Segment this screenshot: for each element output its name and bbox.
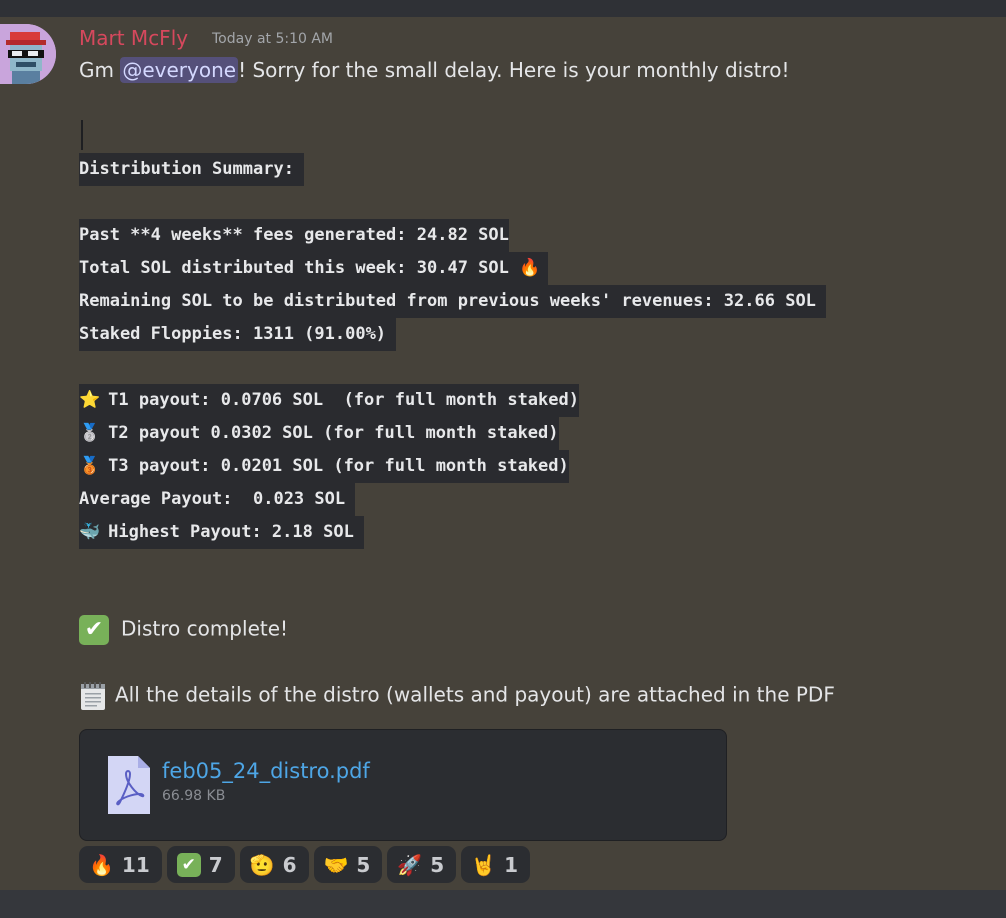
reaction-count: 11 (121, 852, 150, 877)
reaction-count: 7 (208, 852, 223, 877)
everyone-mention[interactable]: @everyone (120, 57, 239, 83)
reactions-bar: 🔥 11 ✔ 7 🫡 6 🤝 5 🚀 5 🤘 1 (79, 846, 530, 883)
distributed-text: Total SOL distributed this week: 30.47 S… (79, 258, 520, 278)
t3-text: T3 payout: 0.0201 SOL (for full month st… (108, 456, 569, 476)
bronze-medal-icon: 🥉 (79, 456, 101, 476)
reaction-count: 5 (430, 852, 445, 877)
reaction-check[interactable]: ✔ 7 (166, 846, 235, 883)
details-text: All the details of the distro (wallets a… (115, 682, 835, 707)
summary-heading: Distribution Summary: (79, 153, 305, 186)
reaction-fire[interactable]: 🔥 11 (79, 846, 162, 883)
check-mark-icon: ✔ (176, 852, 201, 877)
message-author[interactable]: Mart McFly (79, 26, 188, 50)
reaction-salute[interactable]: 🫡 6 (239, 846, 309, 883)
fire-icon: 🔥 (519, 258, 541, 278)
fire-icon: 🔥 (89, 852, 114, 877)
reaction-rock-on[interactable]: 🤘 1 (461, 846, 530, 883)
highest-text: Highest Payout: 2.18 SOL (108, 522, 365, 542)
handshake-icon: 🤝 (323, 852, 349, 877)
distributed-line: Total SOL distributed this week: 30.47 S… (79, 252, 549, 285)
reaction-rocket[interactable]: 🚀 5 (387, 846, 457, 883)
distro-complete-text: Distro complete! (121, 616, 289, 641)
pixel-avatar-icon (0, 24, 56, 84)
fees-line: Past **4 weeks** fees generated: 24.82 S… (79, 219, 509, 252)
silver-medal-icon: 🥈 (79, 423, 101, 443)
greeting-suffix: ! Sorry for the small delay. Here is you… (238, 58, 790, 82)
reaction-count: 1 (504, 852, 518, 877)
text-cursor (81, 120, 83, 150)
avatar[interactable] (0, 24, 56, 84)
salute-face-icon: 🫡 (249, 852, 275, 877)
pdf-file-icon (108, 756, 150, 814)
bottom-bar (0, 890, 1006, 918)
average-line: Average Payout: 0.023 SOL (79, 483, 356, 516)
top-bar (0, 0, 1006, 17)
t2-text: T2 payout 0.0302 SOL (for full month sta… (108, 423, 559, 443)
rock-on-hand-icon: 🤘 (471, 852, 497, 877)
distro-complete-line: ✔ Distro complete! (79, 615, 288, 645)
attachment-file-name[interactable]: feb05_24_distro.pdf (162, 759, 370, 783)
t1-text: T1 payout: 0.0706 SOL (for full month st… (108, 390, 579, 410)
whale-icon: 🐳 (79, 522, 101, 542)
details-line: All the details of the distro (wallets a… (79, 681, 835, 711)
rocket-icon: 🚀 (397, 852, 423, 877)
staked-line: Staked Floppies: 1311 (91.00%) (79, 318, 397, 351)
t2-line: 🥈 T2 payout 0.0302 SOL (for full month st… (79, 417, 559, 450)
highest-line: 🐳 Highest Payout: 2.18 SOL (79, 516, 365, 549)
message-timestamp: Today at 5:10 AM (212, 31, 334, 47)
reaction-count: 6 (282, 852, 297, 877)
t3-line: 🥉 T3 payout: 0.0201 SOL (for full month s… (79, 450, 569, 483)
greeting-prefix: Gm (79, 58, 121, 82)
reaction-handshake[interactable]: 🤝 5 (313, 846, 383, 883)
attachment-file-size: 66.98 KB (162, 788, 226, 804)
check-mark-icon: ✔ (79, 615, 109, 645)
pdf-attachment[interactable]: feb05_24_distro.pdf 66.98 KB (79, 729, 727, 841)
remaining-line: Remaining SOL to be distributed from pre… (79, 285, 827, 318)
star-icon: ⭐ (79, 390, 101, 410)
notepad-icon (81, 682, 105, 710)
message-greeting: Gm @everyone! Sorry for the small delay.… (79, 57, 790, 83)
t1-line: ⭐ T1 payout: 0.0706 SOL (for full month s… (79, 384, 579, 417)
reaction-count: 5 (356, 852, 371, 877)
